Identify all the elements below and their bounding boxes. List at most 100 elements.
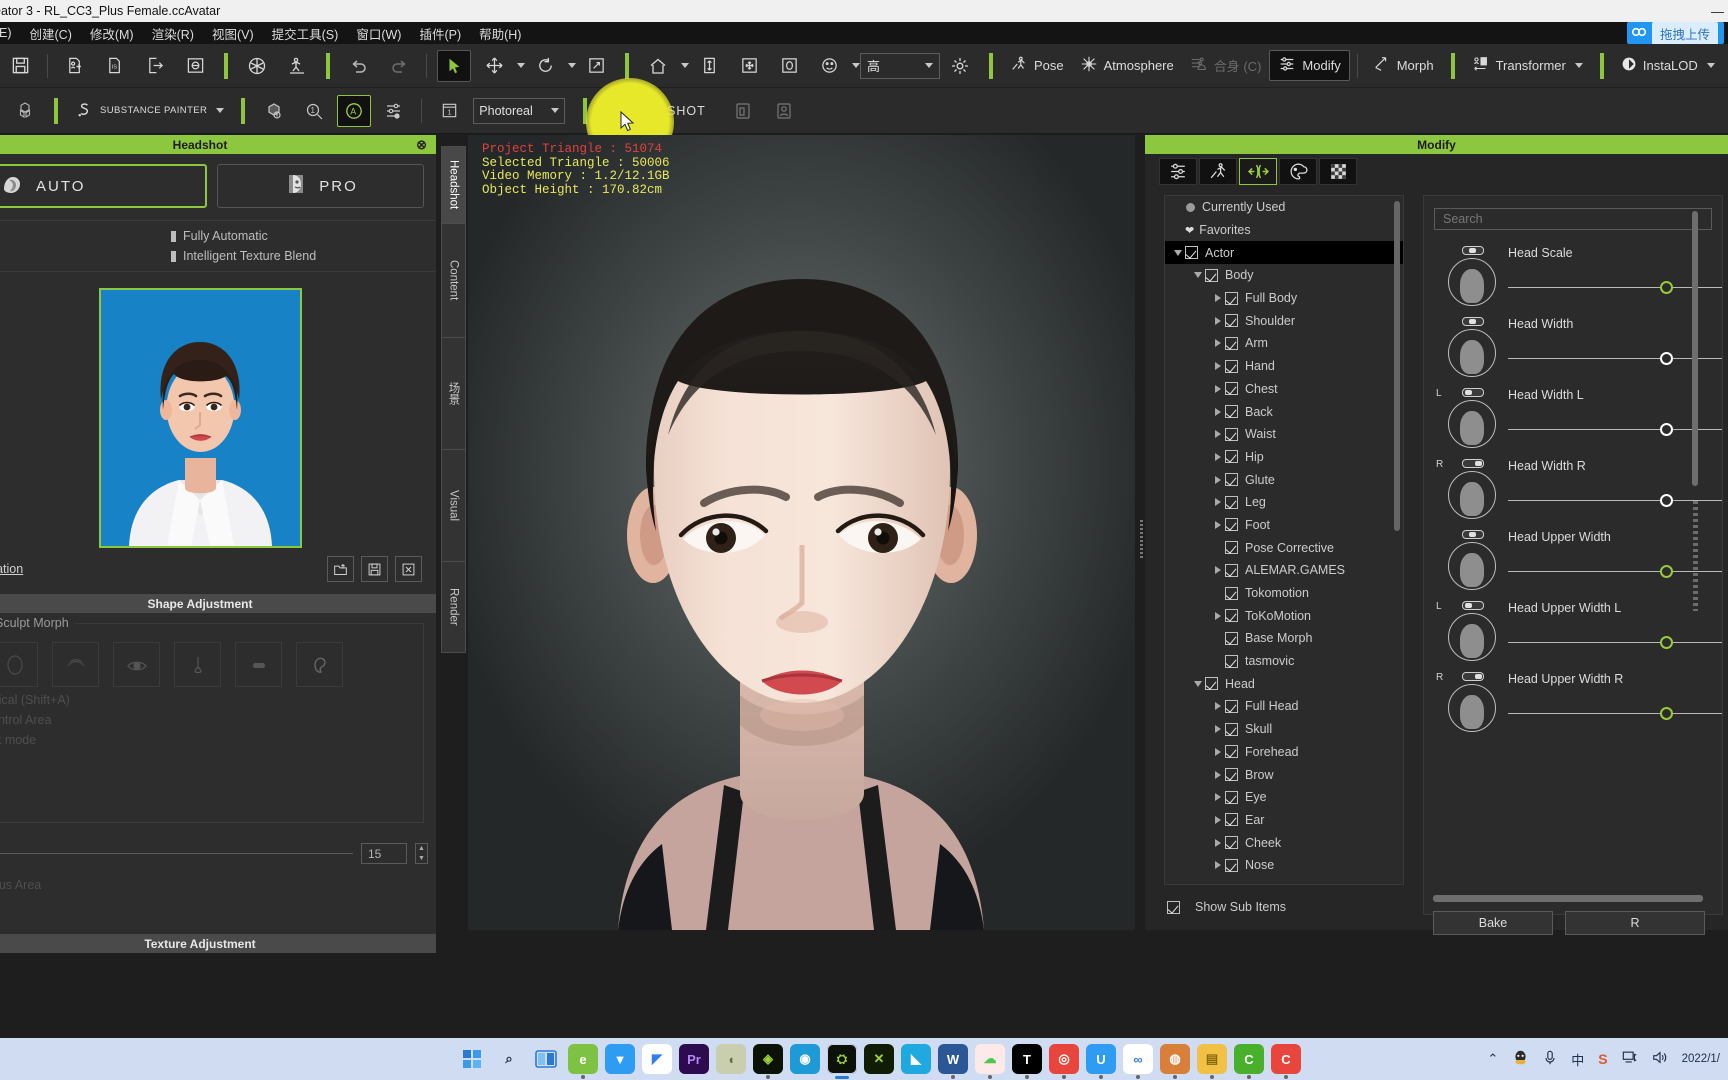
tree-checkbox[interactable] [1225,563,1238,577]
stepper-down[interactable]: ▼ [416,854,427,864]
tree-checkbox[interactable] [1225,836,1238,850]
height-icon[interactable] [692,50,726,82]
tab-morph-width[interactable] [1239,158,1277,185]
slider-panel-scrollbar[interactable] [1692,211,1698,486]
transformer-caret-icon[interactable] [1574,63,1583,68]
tree-row[interactable]: Base Morph [1165,627,1403,650]
viewport-resize-grip[interactable] [1140,520,1143,560]
tree-row[interactable]: Waist [1165,423,1403,446]
tree-checkbox[interactable] [1225,609,1238,623]
morph-slider-track[interactable] [1508,636,1722,649]
viewport-3d[interactable]: Project Triangle : 51074 Selected Triang… [468,135,1135,930]
headshot-generate-icon[interactable] [767,95,801,127]
adjust-sliders-icon[interactable] [377,95,411,127]
light-icon[interactable] [943,50,977,82]
select-arrow-icon[interactable] [437,49,471,82]
smart-hair-icon[interactable] [257,95,291,127]
brush-size-slider[interactable] [0,853,353,854]
reset-button[interactable]: R [1565,911,1705,935]
move-icon[interactable] [477,50,511,82]
expand-arrow-icon[interactable] [1210,770,1225,779]
tree-checkbox[interactable] [1225,405,1238,419]
iclone-icon[interactable]: ◈ [753,1044,783,1079]
show-sub-items-row[interactable]: Show Sub Items [1167,900,1286,914]
undo-icon[interactable] [342,50,376,82]
tree-row[interactable]: ALEMAR.GAMES [1165,559,1403,582]
substance-painter-button[interactable]: SUBSTANCE PAINTER [67,96,232,126]
tree-checkbox[interactable] [1225,495,1238,509]
menu-item-plugins[interactable]: 插件(P) [410,24,470,43]
tree-row[interactable]: Brow [1165,763,1403,786]
morph-slider-track[interactable] [1508,565,1722,578]
photo-app-icon[interactable]: ◍ [1160,1044,1190,1079]
tree-row[interactable]: Foot [1165,514,1403,537]
tree-row[interactable]: Ear [1165,809,1403,832]
drag-upload-widget[interactable]: 拖拽上传 [1626,21,1724,45]
volume-icon[interactable] [1652,1050,1668,1068]
expand-arrow-icon[interactable] [1210,611,1225,620]
tab-texture[interactable] [1319,158,1357,185]
rotate-icon[interactable] [528,50,562,82]
affinity-icon[interactable]: ◣ [901,1044,931,1074]
slider-horizontal-scrollbar[interactable] [1433,895,1703,902]
menu-item-view[interactable]: 视图(V) [203,24,263,43]
tree-row[interactable]: Skull [1165,718,1403,741]
tree-row[interactable]: Pose Corrective [1165,536,1403,559]
menu-item-tools[interactable]: 提交工具(S) [263,24,348,43]
expand-arrow-icon[interactable] [1210,838,1225,847]
expand-arrow-icon[interactable] [1210,566,1225,575]
morph-tool-brow-icon[interactable] [52,642,99,687]
morph-slider-knob[interactable] [1660,423,1674,436]
fit-icon[interactable] [732,50,766,82]
expand-arrow-icon[interactable] [1210,407,1225,416]
xmind-icon[interactable]: ✕ [864,1044,894,1074]
tab-attributes[interactable] [1159,158,1197,185]
expand-arrow-icon[interactable] [1210,702,1225,711]
reset-image-icon[interactable] [395,556,422,582]
bake-button[interactable]: Bake [1433,911,1553,935]
tree-row[interactable]: Forehead [1165,741,1403,764]
home-icon[interactable] [641,50,675,82]
morph-slider-row[interactable]: L Head Width L [1424,384,1722,455]
tree-row[interactable]: Shoulder [1165,309,1403,332]
redo-icon[interactable] [382,50,416,82]
tree-row[interactable]: Hip [1165,446,1403,469]
morph-slider-knob[interactable] [1660,636,1674,649]
quicktime-icon[interactable]: ◉ [790,1044,820,1074]
morph-slider-knob[interactable] [1660,281,1674,294]
face-icon[interactable] [812,50,846,82]
tree-checkbox[interactable] [1225,291,1238,305]
expand-arrow-icon[interactable] [1210,294,1225,303]
tree-row[interactable]: tasmovic [1165,650,1403,673]
tree-row[interactable]: Chest [1165,378,1403,401]
tree-checkbox[interactable] [1225,314,1238,328]
vtab-visual[interactable]: Visual [441,449,466,562]
texture-adjustment-header[interactable]: Texture Adjustment [0,934,436,953]
wechat-icon[interactable]: ☁ [975,1044,1005,1079]
morph-tool-mouth-icon[interactable] [235,642,282,687]
wps-icon[interactable]: C [1234,1044,1264,1079]
morph-slider-knob[interactable] [1660,707,1674,720]
tree-row[interactable]: Body [1165,264,1403,287]
network-icon[interactable] [1622,1050,1638,1068]
premiere-icon[interactable]: Pr [679,1044,709,1074]
tree-checkbox[interactable] [1225,473,1238,487]
instalod-caret-icon[interactable] [1706,63,1715,68]
tree-checkbox[interactable] [1205,268,1218,282]
auto-setup-icon[interactable]: A [337,94,372,127]
menu-item-file[interactable]: E) [0,26,21,40]
morph-tool-nose-icon[interactable] [174,642,221,687]
edge-browser-icon[interactable]: e [568,1044,598,1079]
tree-row[interactable]: Full Body [1165,287,1403,310]
tree-checkbox[interactable] [1225,631,1238,645]
expand-arrow-icon[interactable] [1210,815,1225,824]
menu-item-window[interactable]: 窗口(W) [347,24,410,43]
tree-checkbox[interactable] [1225,359,1238,373]
tree-row[interactable]: Back [1165,400,1403,423]
tree-checkbox[interactable] [1225,427,1238,441]
character-creator-icon[interactable]: ⛭ [827,1044,857,1079]
tree-checkbox[interactable] [1225,813,1238,827]
morph-slider-track[interactable] [1508,707,1722,720]
import-character-icon[interactable] [58,50,92,82]
morph-slider-track[interactable] [1508,494,1722,507]
